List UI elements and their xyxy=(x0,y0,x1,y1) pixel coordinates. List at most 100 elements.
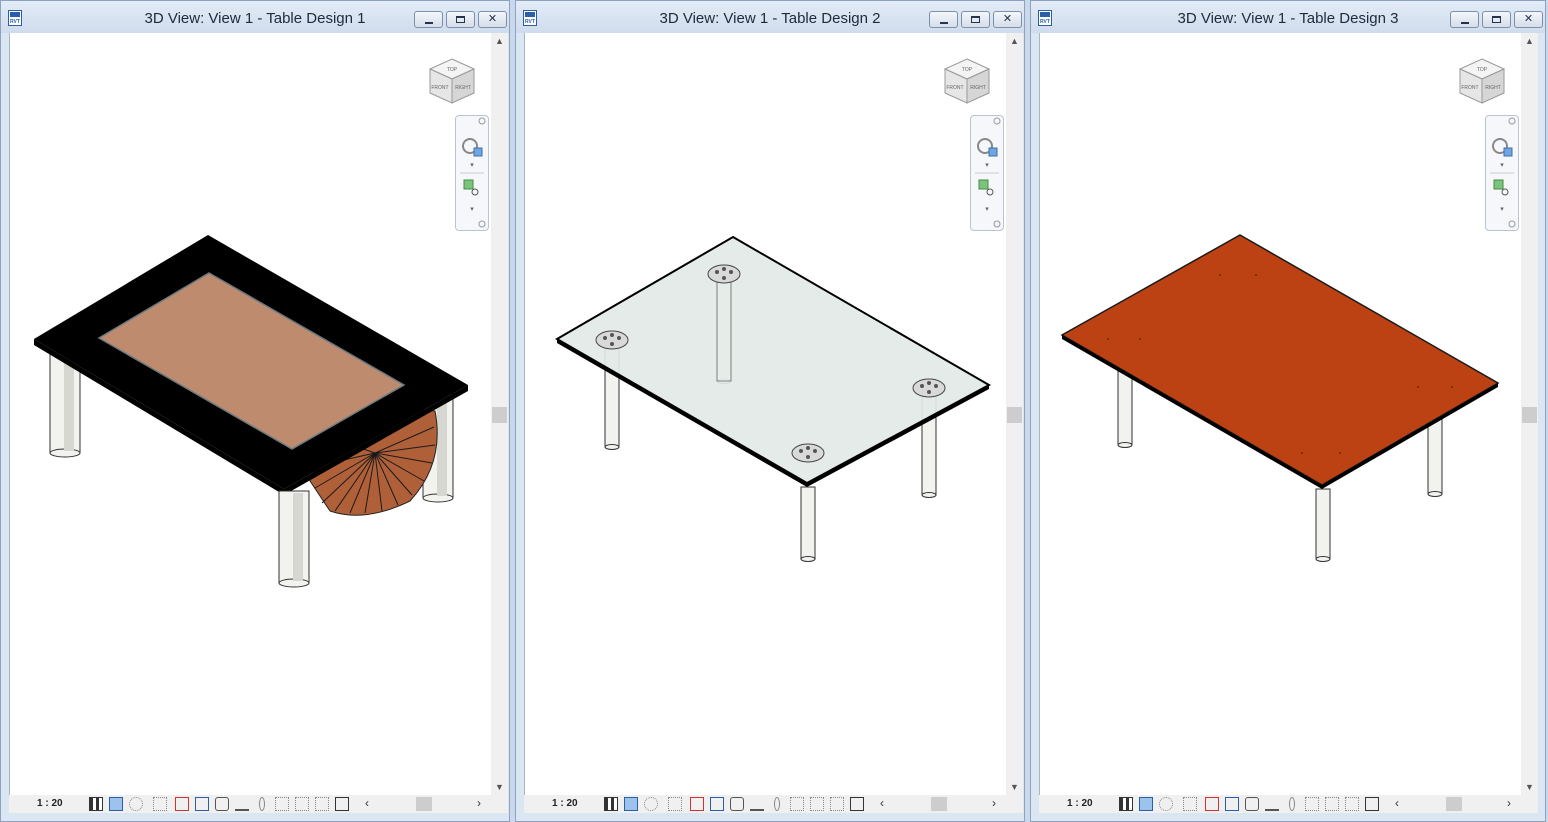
viewcube[interactable]: TOP FRONT RIGHT xyxy=(937,51,997,111)
minimize-button[interactable] xyxy=(929,11,958,28)
scroll-thumb[interactable] xyxy=(1007,407,1022,423)
scroll-down-icon[interactable]: ▼ xyxy=(491,779,508,795)
detail-level-icon[interactable] xyxy=(89,797,103,811)
chevron-down-icon[interactable]: ▾ xyxy=(470,206,474,213)
view-scale[interactable]: 1 : 20 xyxy=(37,798,63,809)
view-canvas[interactable]: TOP FRONT RIGHT ▾ ▾ xyxy=(1039,33,1521,795)
shadows-icon[interactable] xyxy=(668,797,682,811)
constraints-icon[interactable] xyxy=(850,797,864,811)
chevron-down-icon[interactable]: ▾ xyxy=(985,206,989,213)
worksharing-icon[interactable] xyxy=(774,797,780,811)
shadows-icon[interactable] xyxy=(1183,797,1197,811)
temp-hide-icon[interactable] xyxy=(1245,797,1259,811)
chevron-down-icon[interactable]: ▾ xyxy=(985,162,989,169)
constraints-icon[interactable] xyxy=(335,797,349,811)
viewcube[interactable]: TOP FRONT RIGHT xyxy=(1452,51,1512,111)
vertical-scrollbar[interactable]: ▲ ▼ xyxy=(1006,33,1023,795)
close-button[interactable]: ✕ xyxy=(993,11,1022,28)
minimize-button[interactable] xyxy=(1450,11,1479,28)
chevron-down-icon[interactable]: ▾ xyxy=(1500,162,1504,169)
analytical-icon[interactable] xyxy=(1345,797,1359,811)
design-options-icon[interactable] xyxy=(790,797,804,811)
analytical-icon[interactable] xyxy=(830,797,844,811)
navigation-bar[interactable]: ▾ ▾ xyxy=(1485,115,1519,231)
title-bar[interactable]: 3D View: View 1 - Table Design 1 ✕ xyxy=(1,1,509,33)
navbar-options-icon[interactable] xyxy=(478,220,486,228)
visual-style-icon[interactable] xyxy=(1139,797,1153,811)
scroll-right-icon[interactable]: › xyxy=(992,796,996,810)
horizontal-scroll-thumb[interactable] xyxy=(1446,797,1462,811)
navigation-bar[interactable]: ▾ ▾ xyxy=(455,115,489,231)
zoom-region-icon[interactable] xyxy=(1493,179,1509,196)
worksharing-icon[interactable] xyxy=(259,797,265,811)
temp-hide-icon[interactable] xyxy=(730,797,744,811)
design-options-icon[interactable] xyxy=(1305,797,1319,811)
analytical-icon[interactable] xyxy=(315,797,329,811)
reveal-hidden-icon[interactable] xyxy=(1265,797,1279,811)
maximize-button[interactable] xyxy=(446,11,475,28)
detail-level-icon[interactable] xyxy=(1119,797,1133,811)
visual-style-icon[interactable] xyxy=(109,797,123,811)
view-scale[interactable]: 1 : 20 xyxy=(1067,798,1093,809)
sun-path-icon[interactable] xyxy=(1159,797,1173,811)
highlight-icon[interactable] xyxy=(295,797,309,811)
chevron-down-icon[interactable]: ▾ xyxy=(470,162,474,169)
shadows-icon[interactable] xyxy=(153,797,167,811)
view-canvas[interactable]: TOP FRONT RIGHT ▾ ▾ xyxy=(524,33,1006,795)
crop-view-icon[interactable] xyxy=(690,797,704,811)
navbar-close-icon[interactable] xyxy=(1508,117,1516,125)
highlight-icon[interactable] xyxy=(1325,797,1339,811)
close-button[interactable]: ✕ xyxy=(1514,11,1543,28)
steering-wheel-icon[interactable] xyxy=(1492,138,1513,157)
title-bar[interactable]: 3D View: View 1 - Table Design 2 ✕ xyxy=(516,1,1024,33)
crop-view-icon[interactable] xyxy=(1205,797,1219,811)
reveal-hidden-icon[interactable] xyxy=(235,797,249,811)
scroll-left-icon[interactable]: ‹ xyxy=(1395,796,1399,810)
close-button[interactable]: ✕ xyxy=(478,11,507,28)
scroll-up-icon[interactable]: ▲ xyxy=(491,33,508,49)
scroll-down-icon[interactable]: ▼ xyxy=(1006,779,1023,795)
steering-wheel-icon[interactable] xyxy=(977,138,998,157)
viewcube[interactable]: TOP FRONT RIGHT xyxy=(422,51,482,111)
horizontal-scroll-thumb[interactable] xyxy=(416,797,432,811)
scroll-down-icon[interactable]: ▼ xyxy=(1521,779,1538,795)
scroll-left-icon[interactable]: ‹ xyxy=(365,796,369,810)
vertical-scrollbar[interactable]: ▲ ▼ xyxy=(1521,33,1538,795)
navbar-options-icon[interactable] xyxy=(993,220,1001,228)
navbar-close-icon[interactable] xyxy=(993,117,1001,125)
chevron-down-icon[interactable]: ▾ xyxy=(1500,206,1504,213)
show-crop-icon[interactable] xyxy=(195,797,209,811)
reveal-hidden-icon[interactable] xyxy=(750,797,764,811)
scroll-thumb[interactable] xyxy=(492,407,507,423)
view-canvas[interactable]: TOP FRONT RIGHT ▾ ▾ xyxy=(9,33,491,795)
constraints-icon[interactable] xyxy=(1365,797,1379,811)
crop-view-icon[interactable] xyxy=(175,797,189,811)
navbar-close-icon[interactable] xyxy=(478,117,486,125)
zoom-region-icon[interactable] xyxy=(978,179,994,196)
scroll-thumb[interactable] xyxy=(1522,407,1537,423)
sun-path-icon[interactable] xyxy=(644,797,658,811)
design-options-icon[interactable] xyxy=(275,797,289,811)
worksharing-icon[interactable] xyxy=(1289,797,1295,811)
navbar-options-icon[interactable] xyxy=(1508,220,1516,228)
scroll-right-icon[interactable]: › xyxy=(1507,796,1511,810)
zoom-region-icon[interactable] xyxy=(463,179,479,196)
steering-wheel-icon[interactable] xyxy=(462,138,483,157)
scroll-up-icon[interactable]: ▲ xyxy=(1521,33,1538,49)
sun-path-icon[interactable] xyxy=(129,797,143,811)
show-crop-icon[interactable] xyxy=(710,797,724,811)
minimize-button[interactable] xyxy=(414,11,443,28)
view-scale[interactable]: 1 : 20 xyxy=(552,798,578,809)
scroll-right-icon[interactable]: › xyxy=(477,796,481,810)
visual-style-icon[interactable] xyxy=(624,797,638,811)
maximize-button[interactable] xyxy=(1482,11,1511,28)
maximize-button[interactable] xyxy=(961,11,990,28)
title-bar[interactable]: 3D View: View 1 - Table Design 3 ✕ xyxy=(1031,1,1545,33)
scroll-left-icon[interactable]: ‹ xyxy=(880,796,884,810)
highlight-icon[interactable] xyxy=(810,797,824,811)
detail-level-icon[interactable] xyxy=(604,797,618,811)
scroll-up-icon[interactable]: ▲ xyxy=(1006,33,1023,49)
vertical-scrollbar[interactable]: ▲ ▼ xyxy=(491,33,508,795)
navigation-bar[interactable]: ▾ ▾ xyxy=(970,115,1004,231)
temp-hide-icon[interactable] xyxy=(215,797,229,811)
